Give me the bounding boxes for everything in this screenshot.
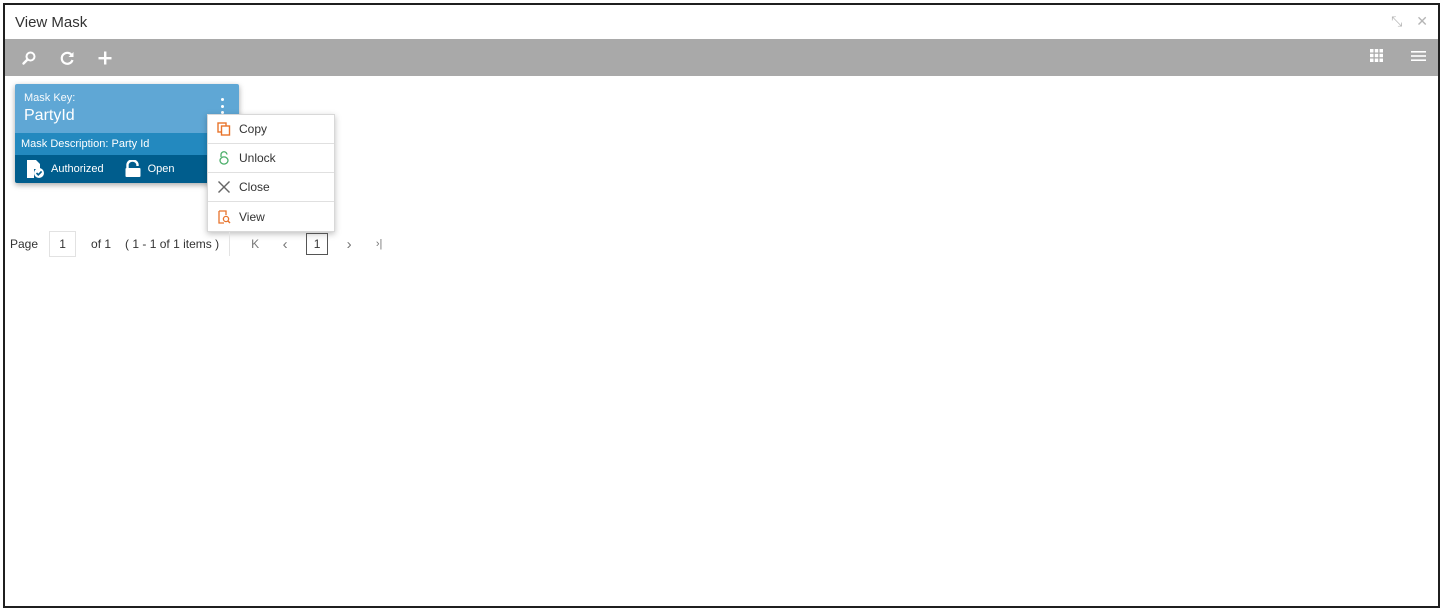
pagination: Page of 1 ( 1 - 1 of 1 items ) K ‹ 1 › ›… <box>10 230 394 258</box>
mask-tile[interactable]: Mask Key: PartyId Mask Description: Part… <box>15 84 239 183</box>
add-icon <box>98 51 112 64</box>
tile-status-bar: Authorized Open <box>15 155 239 183</box>
mask-description-label: Mask Description: <box>21 138 109 150</box>
authorization-status-text: Authorized <box>51 163 104 175</box>
menu-item-copy[interactable]: Copy <box>208 115 334 144</box>
last-page-icon[interactable]: ›| <box>369 238 389 250</box>
close-icon <box>218 181 230 193</box>
next-page-icon[interactable]: › <box>339 236 359 253</box>
tile-description: Mask Description: Party Id <box>15 133 239 155</box>
page-label: Page <box>10 237 39 251</box>
menu-item-unlock-label: Unlock <box>239 151 276 165</box>
grid-view-icon <box>1370 49 1383 62</box>
previous-page-icon[interactable]: ‹ <box>275 236 295 253</box>
authorized-document-icon <box>27 160 44 178</box>
menu-item-view-label: View <box>239 209 265 224</box>
title-bar: View Mask ⤡ ✕ <box>5 5 1438 39</box>
record-status: Open <box>124 160 175 178</box>
first-page-icon[interactable]: K <box>245 237 265 251</box>
view-icon <box>218 209 231 224</box>
close-window-icon[interactable]: ✕ <box>1416 13 1428 29</box>
menu-item-unlock[interactable]: Unlock <box>208 144 334 173</box>
menu-item-close[interactable]: Close <box>208 173 334 202</box>
tile-header: Mask Key: PartyId <box>15 84 239 133</box>
menu-item-close-label: Close <box>239 180 270 194</box>
toolbar <box>5 39 1438 76</box>
mask-key-label: Mask Key: <box>24 92 76 104</box>
menu-item-view[interactable]: View <box>208 202 334 231</box>
search-icon <box>22 51 36 65</box>
current-page-button[interactable]: 1 <box>306 233 329 255</box>
window-title: View Mask <box>15 13 88 31</box>
open-lock-icon <box>125 160 141 177</box>
refresh-icon <box>60 51 74 65</box>
record-status-text: Open <box>147 163 175 175</box>
minimize-icon[interactable]: ⤡ <box>1391 13 1402 29</box>
items-summary: ( 1 - 1 of 1 items ) <box>125 237 220 251</box>
view-mask-window: View Mask ⤡ ✕ Mask Key: PartyId Mask Des… <box>3 3 1440 608</box>
list-view-icon <box>1411 51 1426 61</box>
unlock-icon <box>219 151 229 165</box>
grid-view-button[interactable] <box>1370 49 1383 67</box>
mask-key-value: PartyId <box>24 107 75 124</box>
add-button[interactable] <box>95 48 115 68</box>
pager-divider <box>229 232 231 256</box>
list-view-button[interactable] <box>1411 49 1426 67</box>
menu-item-copy-label: Copy <box>239 122 268 136</box>
kebab-menu-icon[interactable] <box>219 98 225 114</box>
search-button[interactable] <box>19 48 39 68</box>
page-input[interactable] <box>49 231 77 257</box>
refresh-button[interactable] <box>57 48 77 68</box>
mask-description-value: Party Id <box>111 138 150 150</box>
window-actions: ⤡ ✕ <box>1391 13 1428 29</box>
authorization-status: Authorized <box>25 159 104 179</box>
copy-icon <box>217 122 231 136</box>
tile-context-menu: Copy Unlock Close View <box>207 114 335 232</box>
page-of-label: of 1 <box>91 237 112 251</box>
